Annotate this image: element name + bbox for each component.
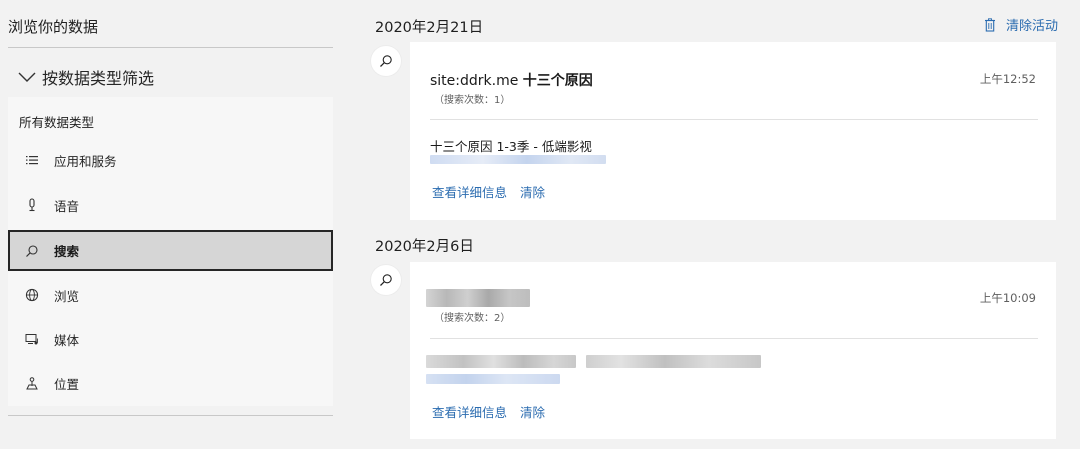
clear-activity-label: 清除活动 [1006,19,1059,34]
filter-label: 按数据类型筛选 [42,69,155,88]
clear-link[interactable]: 清除 [520,402,545,421]
type-item-label: 位置 [54,376,80,392]
microphone-icon [25,198,39,212]
search-query-prefix: site:ddrk.me [430,73,523,89]
list-icon [25,153,39,167]
type-item-voice[interactable]: 语音 [8,184,333,226]
type-item-media[interactable]: 媒体 [8,318,333,360]
filter-by-type-toggle[interactable]: 按数据类型筛选 [8,58,333,96]
divider [8,47,333,48]
type-item-apps-services[interactable]: 应用和服务 [8,139,333,181]
view-details-link[interactable]: 查看详细信息 [432,182,507,201]
search-history-card: （搜索次数：2） 上午10:09 查看详细信息 清除 [410,262,1056,439]
search-query[interactable]: site:ddrk.me 十三个原因 [430,70,593,90]
type-item-label: 媒体 [54,332,80,348]
redacted-url [426,374,560,384]
search-icon [371,265,401,295]
divider [430,119,1038,120]
search-count: （搜索次数：1） [434,95,511,106]
location-icon [25,376,39,390]
search-count: （搜索次数：2） [434,313,511,324]
search-icon [371,46,401,76]
clear-activity-button[interactable]: 清除活动 [984,15,1058,34]
sidebar-title: 浏览你的数据 [8,18,99,36]
type-item-label: 语音 [54,198,80,214]
search-history-card: site:ddrk.me 十三个原因 （搜索次数：1） 上午12:52 十三个原… [410,42,1056,220]
divider [430,338,1038,339]
clear-link[interactable]: 清除 [520,182,545,201]
sidebar: 浏览你的数据 按数据类型筛选 所有数据类型 应用和服务 语音 搜索 浏览 媒体 … [0,0,342,449]
result-title: 十三个原因 1-3季 - 低端影视 [430,139,592,154]
divider [8,415,333,416]
search-query-terms: 十三个原因 [522,73,593,89]
data-type-panel: 所有数据类型 应用和服务 语音 搜索 浏览 媒体 位置 [8,97,333,406]
search-icon [25,244,39,258]
type-item-search[interactable]: 搜索 [8,230,333,271]
all-data-types-label[interactable]: 所有数据类型 [19,112,94,131]
type-item-label: 搜索 [54,244,80,259]
view-details-link[interactable]: 查看详细信息 [432,402,507,421]
redacted-query[interactable] [426,289,530,307]
trash-icon [985,17,995,32]
redacted-result-title [426,355,576,368]
media-icon [25,332,39,346]
search-time: 上午10:09 [979,291,1036,305]
type-item-label: 浏览 [54,288,80,304]
type-item-location[interactable]: 位置 [8,362,333,404]
search-time: 上午12:52 [979,72,1036,86]
type-item-label: 应用和服务 [54,153,117,169]
type-item-browsing[interactable]: 浏览 [8,274,333,316]
date-heading: 2020年2月21日 [375,20,484,36]
redacted-url [430,155,606,164]
chevron-down-icon [18,72,36,82]
date-heading: 2020年2月6日 [375,239,474,255]
globe-icon [25,288,39,302]
redacted-result-title [586,355,761,368]
